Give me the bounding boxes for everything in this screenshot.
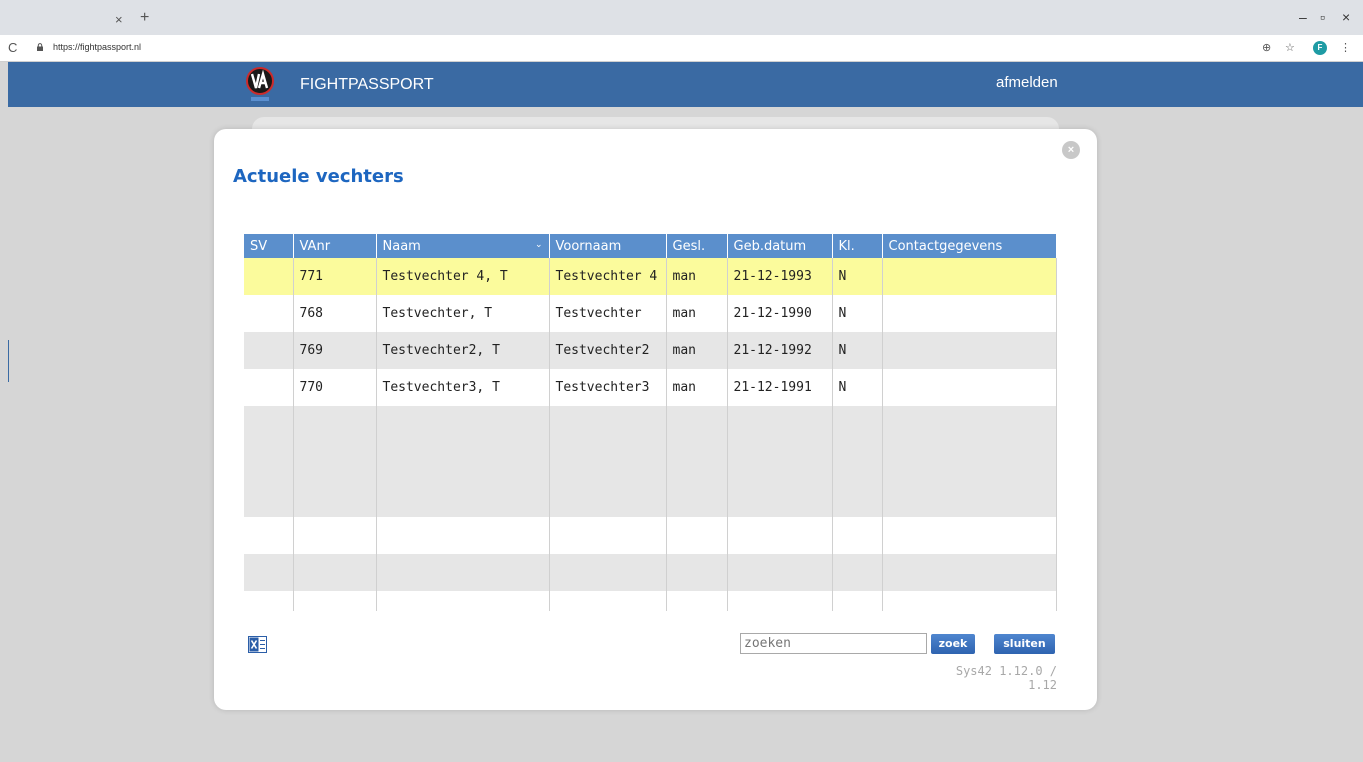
column-header-sv[interactable]: SV [244,234,294,258]
table-row[interactable]: 770 Testvechter3, T Testvechter3 man 21-… [244,369,1057,406]
fightpassport-logo [246,67,274,101]
fighters-table: SV VAnr Naam ⌄ Voornaam Gesl. Geb.datum K… [244,234,1057,611]
cell-vanr: 769 [293,332,377,369]
close-button[interactable]: sluiten [994,634,1055,654]
cell-sv [244,295,294,332]
cell-contact [882,258,1057,295]
cell-kl: N [832,295,883,332]
column-header-gesl[interactable]: Gesl. [666,234,728,258]
empty-row [244,591,1057,611]
close-icon[interactable]: × [1062,141,1080,159]
table-row[interactable]: 771 Testvechter 4, T Testvechter 4 man 2… [244,258,1057,295]
reload-icon[interactable]: C [8,40,17,55]
cell-sv [244,369,294,406]
column-header-vanr[interactable]: VAnr [293,234,377,258]
logout-link[interactable]: afmelden [996,74,1058,91]
sort-chevron-down-icon[interactable]: ⌄ [535,240,543,250]
cell-contact [882,332,1057,369]
cell-sv [244,332,294,369]
column-header-naam[interactable]: Naam ⌄ [376,234,550,258]
cell-gebdatum: 21-12-1991 [727,369,833,406]
column-header-kl[interactable]: Kl. [832,234,883,258]
new-tab-button[interactable]: + [140,9,149,27]
restore-button[interactable]: ▫ [1320,9,1325,25]
url-text[interactable]: https://fightpassport.nl [53,42,141,52]
cell-kl: N [832,258,883,295]
bookmark-star-icon[interactable]: ☆ [1285,41,1295,54]
cell-sv [244,258,294,295]
table-header-row: SV VAnr Naam ⌄ Voornaam Gesl. Geb.datum K… [244,234,1057,258]
empty-row [244,406,1057,443]
menu-kebab-icon[interactable]: ⋮ [1340,41,1351,54]
cell-gebdatum: 21-12-1993 [727,258,833,295]
minimize-button[interactable]: – [1299,9,1307,25]
cell-gebdatum: 21-12-1990 [727,295,833,332]
cell-voornaam: Testvechter2 [549,332,667,369]
cell-naam: Testvechter, T [376,295,550,332]
cell-gesl: man [666,295,728,332]
cell-gesl: man [666,258,728,295]
cell-kl: N [832,369,883,406]
cell-gesl: man [666,369,728,406]
address-bar: C https://fightpassport.nl ⊕ ☆ F ⋮ [0,35,1363,62]
cell-vanr: 771 [293,258,377,295]
column-header-voornaam[interactable]: Voornaam [549,234,667,258]
cell-voornaam: Testvechter 4 [549,258,667,295]
window-close-button[interactable]: × [1342,9,1350,25]
lock-icon [37,43,43,51]
table-row[interactable]: 769 Testvechter2, T Testvechter2 man 21-… [244,332,1057,369]
cell-contact [882,369,1057,406]
cell-gesl: man [666,332,728,369]
cell-voornaam: Testvechter3 [549,369,667,406]
cell-vanr: 770 [293,369,377,406]
cell-gebdatum: 21-12-1992 [727,332,833,369]
zoom-icon[interactable]: ⊕ [1262,41,1271,54]
profile-avatar[interactable]: F [1313,41,1327,55]
cell-naam: Testvechter3, T [376,369,550,406]
empty-row [244,480,1057,517]
cell-contact [882,295,1057,332]
version-label: Sys42 1.12.0 / 1.12 [955,664,1057,692]
search-input[interactable] [740,633,927,654]
search-button[interactable]: zoek [931,634,975,654]
cell-voornaam: Testvechter [549,295,667,332]
column-header-gebdatum[interactable]: Geb.datum [727,234,833,258]
cell-naam: Testvechter2, T [376,332,550,369]
app-title: FIGHTPASSPORT [300,76,434,93]
empty-row [244,443,1057,480]
left-edge-marker [8,340,9,382]
browser-tab-bar: × + – ▫ × [0,0,1363,35]
app-header: FIGHTPASSPORT afmelden [8,62,1363,107]
fighters-dialog: × Actuele vechters SV VAnr Naam ⌄ Voornaa… [214,129,1097,710]
table-row[interactable]: 768 Testvechter, T Testvechter man 21-12… [244,295,1057,332]
excel-export-icon[interactable] [248,636,267,653]
cell-naam: Testvechter 4, T [376,258,550,295]
dialog-title: Actuele vechters [233,166,404,187]
cell-kl: N [832,332,883,369]
column-header-contact[interactable]: Contactgegevens [882,234,1057,258]
empty-row [244,554,1057,591]
tab-close-icon[interactable]: × [115,12,123,27]
column-header-naam-label: Naam [382,238,421,254]
cell-vanr: 768 [293,295,377,332]
empty-row [244,517,1057,554]
